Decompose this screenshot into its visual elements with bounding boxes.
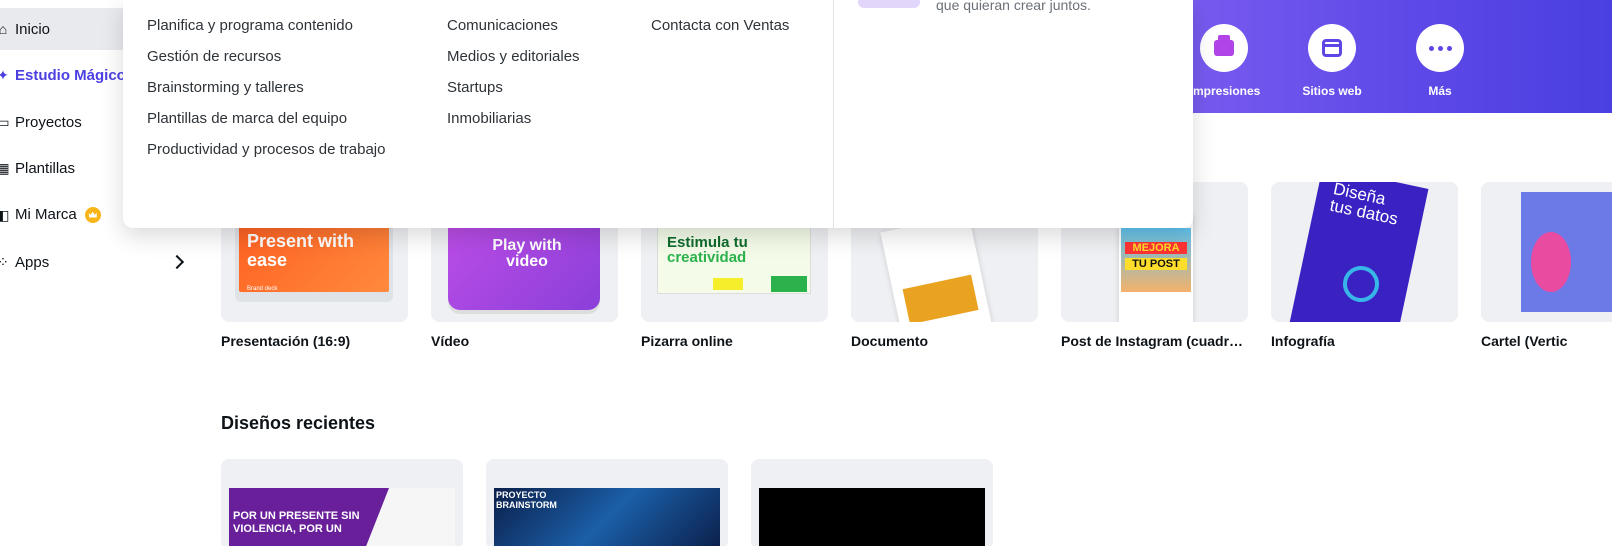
thumbnail-video-text: Play with video	[492, 237, 562, 270]
promo-image	[858, 0, 920, 8]
template-label[interactable]: Cartel (Vertic	[1481, 333, 1612, 349]
recent-design-card[interactable]	[751, 459, 993, 546]
dropdown-link[interactable]: Plantillas de marca del equipo	[147, 110, 347, 127]
template-label[interactable]: Vídeo	[431, 333, 618, 349]
dropdown-link[interactable]: Productividad y procesos de trabajo	[147, 141, 385, 158]
contact-sales-link[interactable]: Contacta con Ventas	[651, 17, 789, 34]
printer-icon	[1214, 35, 1234, 56]
dropdown-link[interactable]: Gestión de recursos	[147, 48, 281, 65]
home-icon: ⌂	[0, 21, 8, 37]
template-icon: ▦	[0, 159, 10, 176]
thumbnail-pizarra-text2: creatividad	[667, 249, 747, 266]
sidebar-item-label: Proyectos	[15, 113, 82, 131]
template-label[interactable]: Pizarra online	[641, 333, 828, 349]
cut-off-item	[147, 0, 151, 7]
dropdown-link[interactable]: Brainstorming y talleres	[147, 79, 304, 96]
more-icon	[1428, 45, 1452, 51]
mas-label: Más	[1428, 84, 1452, 98]
sidebar-item-label: Estudio Mágico	[15, 66, 126, 84]
template-label[interactable]: Infografía	[1271, 333, 1458, 349]
website-icon	[1322, 39, 1342, 57]
brand-icon: ◧	[0, 206, 10, 223]
thumbnail-instagram-text: MEJORA	[1125, 242, 1187, 254]
magic-icon: ✦	[0, 66, 9, 83]
dropdown-divider	[833, 0, 834, 228]
template-card-infografia[interactable]: Diseña tus datos	[1271, 182, 1458, 322]
apps-icon: ⁘	[0, 253, 12, 271]
recent-thumb-text: PROYECTO BRAINSTORM	[496, 490, 557, 510]
solutions-dropdown: Planifica y programa contenido Gestión d…	[123, 0, 1193, 228]
thumbnail-cartel	[1521, 192, 1612, 312]
impresiones-button[interactable]	[1200, 24, 1248, 72]
sitios-web-button[interactable]	[1308, 24, 1356, 72]
crown-icon	[84, 206, 101, 223]
dropdown-link[interactable]: Planifica y programa contenido	[147, 17, 353, 34]
recent-thumb-bg	[759, 488, 985, 546]
sidebar-item-apps[interactable]: ⁘ Apps	[0, 241, 198, 283]
dropdown-link[interactable]: Comunicaciones	[447, 17, 558, 34]
sitios-web-label: Sitios web	[1302, 84, 1362, 98]
mas-button[interactable]	[1416, 24, 1464, 72]
template-label[interactable]: Presentación (16:9)	[221, 333, 408, 349]
green-sticky	[771, 276, 807, 292]
dropdown-link[interactable]: Inmobiliarias	[447, 110, 531, 127]
recent-designs-title: Diseños recientes	[221, 413, 376, 433]
dropdown-link[interactable]: Medios y editoriales	[447, 48, 580, 65]
yellow-sticky	[713, 278, 743, 290]
template-label[interactable]: Documento	[851, 333, 1038, 349]
sidebar-item-label: Apps	[15, 253, 50, 271]
chevron-right-icon	[169, 254, 185, 270]
thumbnail-instagram-text2: TU POST	[1125, 258, 1187, 270]
sidebar-item-label: Inicio	[15, 20, 51, 38]
sidebar-item-label: Plantillas	[15, 159, 76, 177]
recent-thumb-text: POR UN PRESENTE SIN VIOLENCIA, POR UN	[229, 488, 389, 546]
thumbnail-documento	[880, 213, 992, 322]
folder-icon: ▭	[0, 113, 10, 130]
recent-design-card[interactable]: POR UN PRESENTE SIN VIOLENCIA, POR UN	[221, 459, 463, 546]
template-label[interactable]: Post de Instagram (cuadra...	[1061, 333, 1248, 349]
dropdown-link[interactable]: Startups	[447, 79, 503, 96]
hero-banner: Impresiones Sitios web Más	[1170, 0, 1612, 113]
promo-text: que quieran crear juntos.	[936, 0, 1091, 13]
sidebar-item-label: Mi Marca	[15, 206, 101, 223]
recent-design-card[interactable]: PROYECTO BRAINSTORM	[486, 459, 728, 546]
template-card-cartel[interactable]	[1481, 182, 1612, 322]
